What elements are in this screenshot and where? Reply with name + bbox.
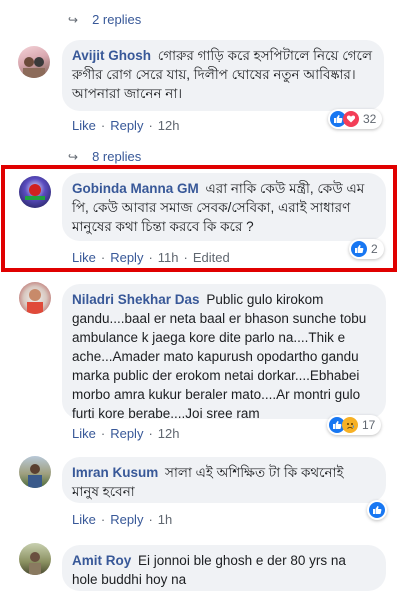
comment-actions: Like · Reply · 12h — [72, 118, 180, 133]
avatar[interactable] — [19, 456, 51, 488]
comment-author[interactable]: Imran Kusum — [72, 465, 158, 480]
comment-timestamp[interactable]: 1h — [158, 512, 172, 527]
comment-timestamp[interactable]: 12h — [158, 118, 180, 133]
comment-bubble: Imran Kusum সালা এই অশিক্ষিত টা কি কথনোই… — [62, 457, 386, 503]
like-icon — [369, 502, 385, 518]
sad-icon — [342, 417, 358, 433]
avatar[interactable] — [18, 46, 50, 78]
like-link[interactable]: Like — [72, 426, 96, 441]
avatar[interactable] — [19, 543, 51, 575]
comment-actions: Like · Reply · 12h — [72, 426, 180, 441]
comment-actions: Like · Reply · 1h — [72, 512, 173, 527]
reaction-summary[interactable]: 17 — [327, 415, 382, 435]
reply-link[interactable]: Reply — [110, 426, 143, 441]
reply-link[interactable]: Reply — [110, 512, 143, 527]
comment-bubble: Avijit Ghosh গোরুর গাড়ি করে হসপিটালে নি… — [62, 40, 384, 111]
comment-author[interactable]: Avijit Ghosh — [72, 48, 151, 63]
like-link[interactable]: Like — [72, 118, 96, 133]
view-replies-label: 2 replies — [92, 12, 142, 27]
reply-arrow-icon: ↪ — [68, 12, 79, 27]
avatar[interactable] — [19, 282, 51, 314]
love-icon — [343, 111, 359, 127]
view-replies-link[interactable]: ↪ 2 replies — [68, 12, 141, 27]
view-replies-link[interactable]: ↪ 8 replies — [68, 149, 141, 164]
reaction-count: 17 — [362, 418, 376, 432]
highlight-box — [1, 165, 397, 272]
comment-author[interactable]: Amit Roy — [72, 553, 131, 568]
comment-text: Public gulo kirokom gandu....baal er net… — [72, 292, 367, 421]
comment-bubble: Amit Roy Ei jonnoi ble ghosh e der 80 yr… — [62, 545, 386, 591]
comment-author[interactable]: Niladri Shekhar Das — [72, 292, 200, 307]
reaction-count: 32 — [363, 112, 377, 126]
comment-bubble: Niladri Shekhar Das Public gulo kirokom … — [62, 284, 386, 421]
reaction-summary[interactable] — [367, 500, 387, 520]
view-replies-label: 8 replies — [92, 149, 142, 164]
reply-link[interactable]: Reply — [110, 118, 143, 133]
reply-arrow-icon: ↪ — [68, 149, 79, 164]
comment-timestamp[interactable]: 12h — [158, 426, 180, 441]
like-link[interactable]: Like — [72, 512, 96, 527]
reaction-summary[interactable]: 32 — [328, 109, 383, 129]
